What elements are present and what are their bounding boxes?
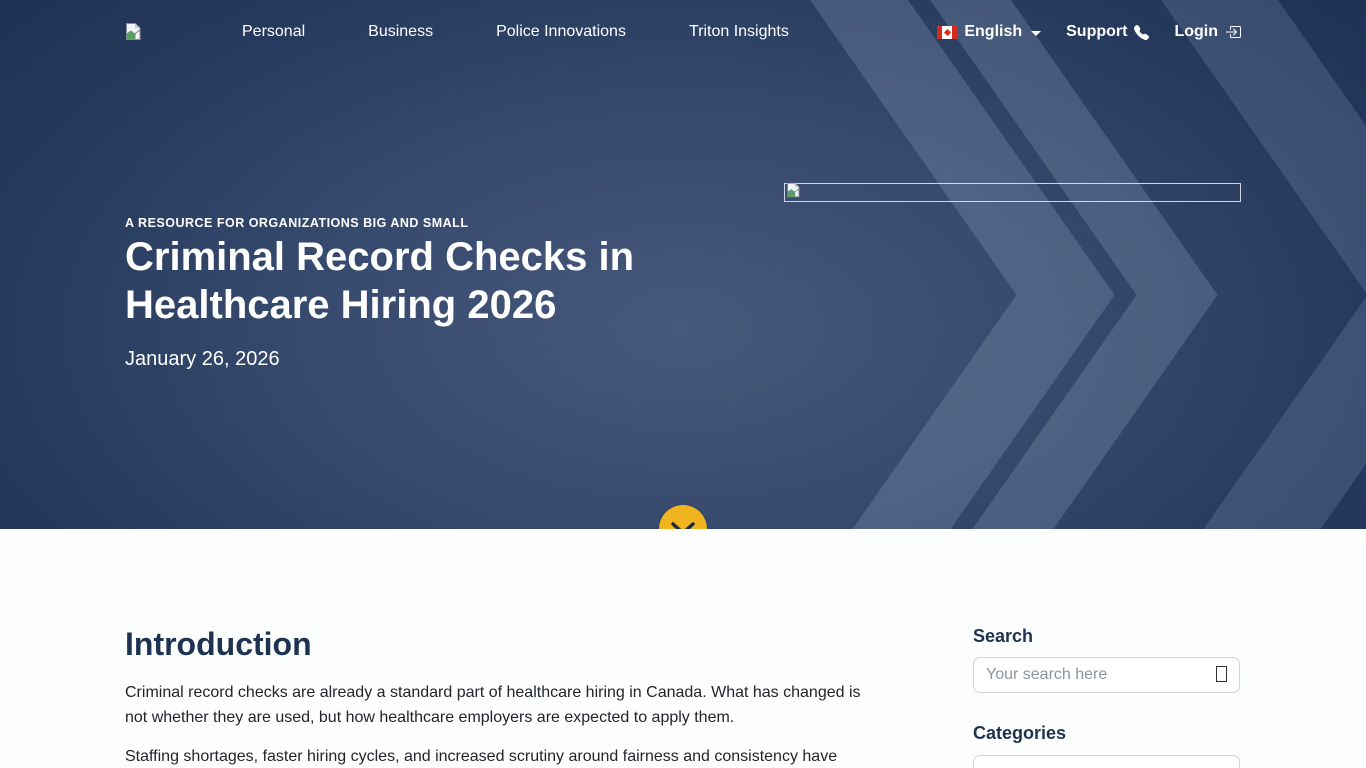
caret-down-icon bbox=[1031, 31, 1041, 36]
page-title: Criminal Record Checks in Healthcare Hir… bbox=[125, 233, 705, 329]
primary-nav: Personal Business Police Innovations Tri… bbox=[242, 23, 789, 41]
section-heading-introduction: Introduction bbox=[125, 626, 312, 663]
phone-icon bbox=[1134, 25, 1149, 40]
article-date: January 26, 2026 bbox=[125, 348, 280, 371]
nav-item-business[interactable]: Business bbox=[368, 23, 433, 41]
hero-section: Personal Business Police Innovations Tri… bbox=[0, 0, 1366, 529]
login-link[interactable]: Login bbox=[1174, 23, 1241, 41]
nav-item-personal[interactable]: Personal bbox=[242, 23, 305, 41]
logo-broken-image-icon[interactable] bbox=[125, 22, 143, 42]
support-link[interactable]: Support bbox=[1066, 23, 1149, 41]
article-paragraph: Criminal record checks are already a sta… bbox=[125, 681, 877, 730]
nav-item-triton-insights[interactable]: Triton Insights bbox=[689, 23, 789, 41]
language-selector[interactable]: English bbox=[937, 23, 1041, 41]
search-button-missing-glyph-icon[interactable] bbox=[1216, 666, 1227, 682]
language-label: English bbox=[964, 23, 1022, 41]
hero-broken-image bbox=[784, 183, 1241, 202]
navbar-utility-group: English Support Login bbox=[937, 23, 1241, 41]
search-input[interactable] bbox=[973, 657, 1240, 693]
article-paragraph: Staffing shortages, faster hiring cycles… bbox=[125, 745, 877, 768]
nav-item-police-innovations[interactable]: Police Innovations bbox=[496, 23, 626, 41]
top-navbar: Personal Business Police Innovations Tri… bbox=[0, 0, 1366, 64]
support-label: Support bbox=[1066, 23, 1127, 41]
box-arrow-in-right-icon bbox=[1225, 24, 1241, 40]
canada-flag-icon bbox=[937, 26, 957, 39]
categories-select[interactable]: Select Category bbox=[973, 755, 1240, 768]
hero-eyebrow: A RESOURCE FOR ORGANIZATIONS BIG AND SMA… bbox=[125, 216, 468, 230]
login-label: Login bbox=[1174, 23, 1218, 41]
chevron-down-icon bbox=[671, 522, 695, 529]
broken-image-icon bbox=[786, 182, 801, 203]
sidebar-search-heading: Search bbox=[973, 626, 1033, 647]
search-box bbox=[973, 657, 1240, 693]
article-section: Introduction Criminal record checks are … bbox=[0, 529, 1366, 768]
sidebar-categories-heading: Categories bbox=[973, 723, 1066, 744]
